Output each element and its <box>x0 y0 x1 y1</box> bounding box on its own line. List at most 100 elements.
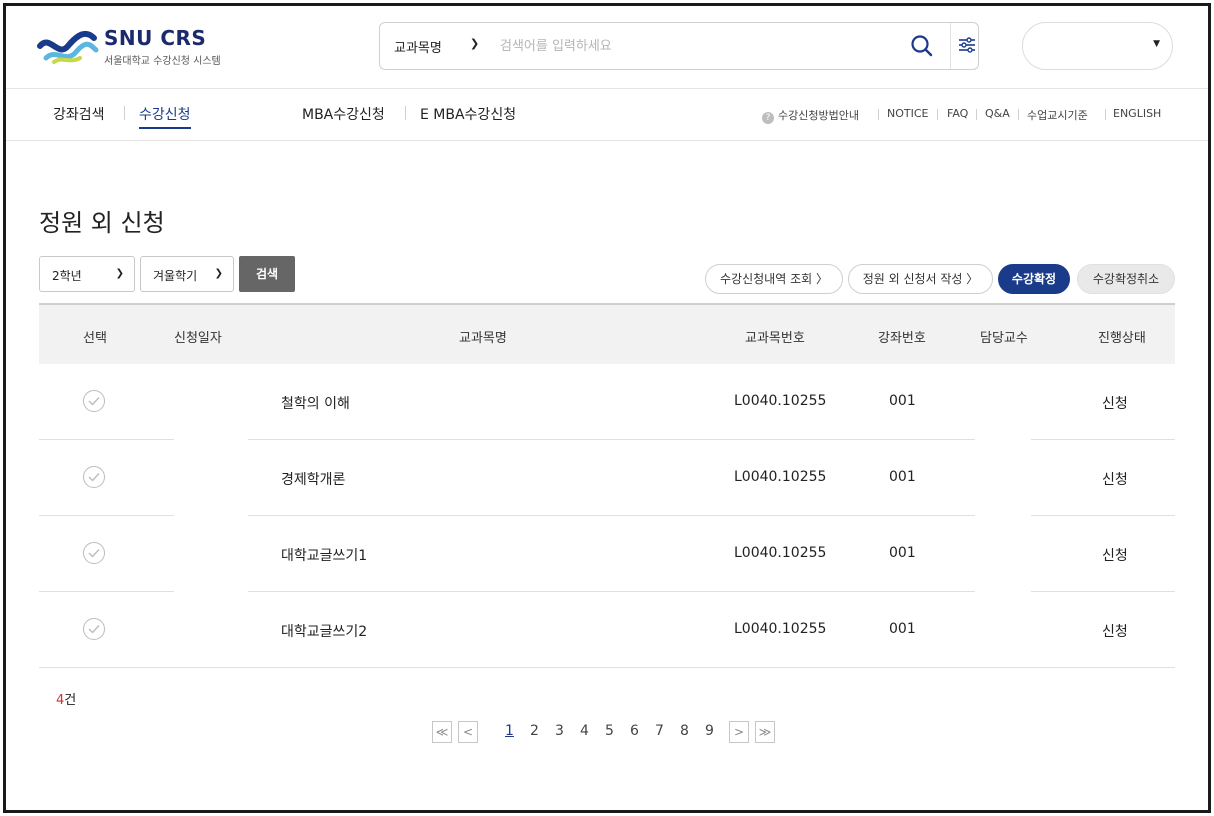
page-1[interactable]: 1 <box>505 723 514 739</box>
question-icon: ? <box>762 112 774 124</box>
row-select-checkbox[interactable] <box>83 466 105 488</box>
app-frame: SNU CRS 서울대학교 수강신청 시스템 교과목명 ❯ 검색어를 입력하세요… <box>3 3 1211 813</box>
course-code: L0040.10255 <box>734 545 827 561</box>
logo[interactable]: SNU CRS 서울대학교 수강신청 시스템 <box>36 24 276 68</box>
filter-button[interactable] <box>950 23 980 69</box>
course-code: L0040.10255 <box>734 393 827 409</box>
confirm-enrollment-button[interactable]: 수강확정 <box>998 264 1070 294</box>
search-category-select[interactable]: 교과목명 <box>394 37 442 56</box>
util-class-period-link[interactable]: 수업교시기준 <box>1027 107 1088 123</box>
filter-sliders-icon <box>959 37 975 53</box>
util-notice-link[interactable]: NOTICE <box>887 107 928 120</box>
util-divider <box>976 109 977 120</box>
search-input[interactable] <box>500 33 900 59</box>
first-page-button[interactable]: ≪ <box>432 721 452 743</box>
term-select[interactable]: 겨울학기 ❯ <box>140 256 234 292</box>
user-dropdown[interactable]: ▼ <box>1022 22 1173 70</box>
col-course-code: 교과목번호 <box>745 331 805 346</box>
result-count: 4건 <box>56 689 76 708</box>
chevron-down-icon: ❯ <box>214 268 223 279</box>
util-divider <box>937 109 938 120</box>
chevron-down-icon[interactable]: ❯ <box>470 37 479 50</box>
col-professor: 담당교수 <box>980 331 1028 346</box>
check-icon <box>88 625 100 634</box>
chevron-down-icon: ❯ <box>115 268 124 279</box>
check-icon <box>88 473 100 482</box>
row-select-checkbox[interactable] <box>83 618 105 640</box>
term-select-value: 겨울학기 <box>153 269 198 283</box>
col-apply-date: 신청일자 <box>174 331 222 346</box>
grade-select[interactable]: 2학년 ❯ <box>39 256 135 292</box>
col-select: 선택 <box>83 331 107 346</box>
course-name: 철학의 이해 <box>281 396 350 412</box>
nav-enrollment[interactable]: 수강신청 <box>139 104 191 129</box>
nav-divider <box>405 106 406 120</box>
util-guide-label: 수강신청방법안내 <box>778 109 859 122</box>
search-icon <box>911 35 933 57</box>
cancel-confirmation-button[interactable]: 수강확정취소 <box>1077 264 1175 294</box>
util-divider <box>1018 109 1019 120</box>
status: 신청 <box>1102 548 1128 564</box>
course-code: L0040.10255 <box>734 621 827 637</box>
overquota-form-button[interactable]: 정원 외 신청서 작성 〉 <box>848 264 993 294</box>
check-icon <box>88 549 100 558</box>
course-name: 대학교글쓰기2 <box>281 624 368 640</box>
last-page-button[interactable]: ≫ <box>755 721 775 743</box>
util-qna-link[interactable]: Q&A <box>985 107 1010 120</box>
nav-course-search[interactable]: 강좌검색 <box>53 104 105 124</box>
table-header: 선택 신청일자 교과목명 교과목번호 강좌번호 담당교수 진행상태 <box>39 303 1175 364</box>
nav-emba-enrollment[interactable]: E MBA수강신청 <box>420 104 516 124</box>
row-divider <box>39 667 1175 668</box>
page-8[interactable]: 8 <box>680 723 689 739</box>
col-status: 진행상태 <box>1098 331 1146 346</box>
filter-search-button[interactable]: 검색 <box>239 256 295 292</box>
status: 신청 <box>1102 624 1128 640</box>
page-7[interactable]: 7 <box>655 723 664 739</box>
page-3[interactable]: 3 <box>555 723 564 739</box>
table-row[interactable]: 대학교글쓰기1 L0040.10255 001 신청 <box>39 516 1175 592</box>
course-name: 대학교글쓰기1 <box>281 548 368 564</box>
page-5[interactable]: 5 <box>605 723 614 739</box>
next-page-button[interactable]: > <box>729 721 749 743</box>
top-header: SNU CRS 서울대학교 수강신청 시스템 교과목명 ❯ 검색어를 입력하세요… <box>6 6 1208 89</box>
util-divider <box>878 109 879 120</box>
section-number: 001 <box>889 621 916 637</box>
brand-subtitle: 서울대학교 수강신청 시스템 <box>104 56 221 67</box>
col-section: 강좌번호 <box>878 331 926 346</box>
page-title: 정원 외 신청 <box>39 209 165 237</box>
status: 신청 <box>1102 472 1128 488</box>
util-faq-link[interactable]: FAQ <box>947 107 968 120</box>
table-row[interactable]: 철학의 이해 L0040.10255 001 신청 <box>39 364 1175 440</box>
section-number: 001 <box>889 469 916 485</box>
row-select-checkbox[interactable] <box>83 390 105 412</box>
table-row[interactable]: 대학교글쓰기2 L0040.10255 001 신청 <box>39 592 1175 668</box>
result-count-unit: 건 <box>64 693 77 708</box>
snu-logo-icon <box>37 30 99 64</box>
prev-page-button[interactable]: < <box>458 721 478 743</box>
check-icon <box>88 397 100 406</box>
main-nav: 강좌검색 수강신청 MBA수강신청 E MBA수강신청 ? 수강신청방법안내 NO… <box>6 89 1208 141</box>
page-6[interactable]: 6 <box>630 723 639 739</box>
course-name: 경제학개론 <box>281 472 346 488</box>
row-select-checkbox[interactable] <box>83 542 105 564</box>
grade-select-value: 2학년 <box>52 269 82 283</box>
table-row[interactable]: 경제학개론 L0040.10255 001 신청 <box>39 440 1175 516</box>
status: 신청 <box>1102 396 1128 412</box>
page-4[interactable]: 4 <box>580 723 589 739</box>
caret-down-icon: ▼ <box>1153 39 1160 49</box>
nav-divider <box>124 106 125 120</box>
nav-mba-enrollment[interactable]: MBA수강신청 <box>302 104 385 124</box>
col-course-name: 교과목명 <box>459 331 507 346</box>
page-9[interactable]: 9 <box>705 723 714 739</box>
page-2[interactable]: 2 <box>530 723 539 739</box>
section-number: 001 <box>889 545 916 561</box>
search-bar: 교과목명 ❯ <box>379 22 979 70</box>
util-english-link[interactable]: ENGLISH <box>1113 107 1161 120</box>
brand-title: SNU CRS <box>104 26 207 50</box>
enrollment-history-button[interactable]: 수강신청내역 조회 〉 <box>705 264 843 294</box>
section-number: 001 <box>889 393 916 409</box>
util-divider <box>1105 109 1106 120</box>
util-guide-link[interactable]: ? 수강신청방법안내 <box>762 107 859 124</box>
course-code: L0040.10255 <box>734 469 827 485</box>
search-button[interactable] <box>907 31 937 61</box>
